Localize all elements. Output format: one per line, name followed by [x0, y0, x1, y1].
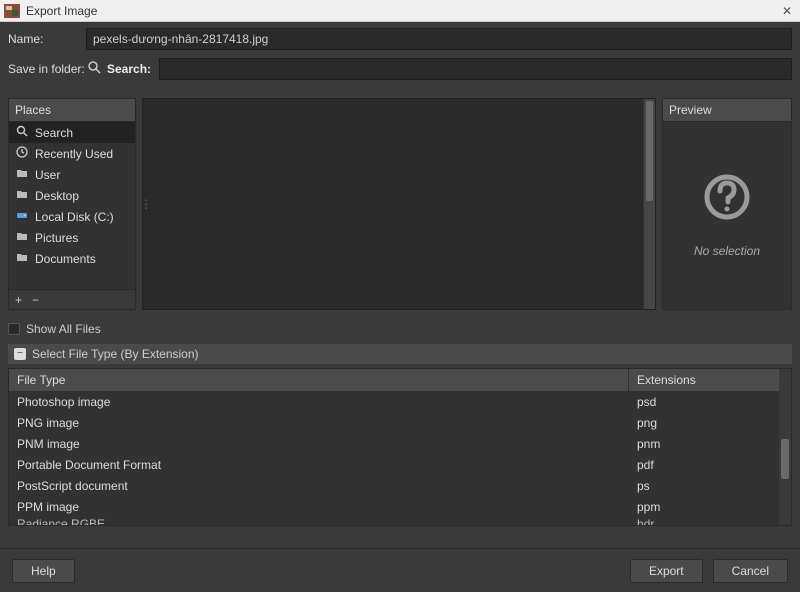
dialog-footer: Help Export Cancel: [0, 548, 800, 592]
show-all-files-checkbox[interactable]: [8, 323, 20, 335]
filetype-ext: psd: [629, 395, 779, 409]
file-list-pane: ⋮: [142, 98, 656, 310]
remove-place-icon[interactable]: −: [32, 293, 39, 307]
filetype-name: PNG image: [9, 416, 629, 430]
table-row[interactable]: PostScript documentps: [9, 475, 779, 496]
titlebar: Export Image ✕: [0, 0, 800, 22]
places-panel: Places Search Recently Used User Desktop Loc…: [8, 98, 136, 310]
table-row[interactable]: PPM imageppm: [9, 496, 779, 517]
sidebar-item-search[interactable]: Search: [9, 122, 135, 143]
sidebar-item-label: User: [35, 168, 60, 182]
filetype-ext: png: [629, 416, 779, 430]
filetype-name: Radiance RGBE: [9, 517, 629, 525]
filetype-expander[interactable]: − Select File Type (By Extension): [8, 344, 792, 364]
cancel-button[interactable]: Cancel: [713, 559, 788, 583]
col-extensions[interactable]: Extensions: [629, 369, 779, 391]
question-mark-icon: [703, 173, 751, 224]
filetype-ext: pnm: [629, 437, 779, 451]
filetype-name: Photoshop image: [9, 395, 629, 409]
window-title: Export Image: [26, 4, 778, 18]
sidebar-item-label: Desktop: [35, 189, 79, 203]
clock-icon: [15, 146, 29, 161]
file-scrollbar[interactable]: [643, 99, 655, 309]
sidebar-item-label: Search: [35, 126, 73, 140]
help-button[interactable]: Help: [12, 559, 75, 583]
table-row[interactable]: PNM imagepnm: [9, 433, 779, 454]
sidebar-item-desktop[interactable]: Desktop: [9, 185, 135, 206]
folder-icon: [15, 230, 29, 245]
sidebar-item-local-disk-c-[interactable]: Local Disk (C:): [9, 206, 135, 227]
table-row[interactable]: PNG imagepng: [9, 412, 779, 433]
filetype-name: PostScript document: [9, 479, 629, 493]
sidebar-item-recently-used[interactable]: Recently Used: [9, 143, 135, 164]
search-icon[interactable]: [88, 61, 101, 77]
filetype-table: File Type Extensions Photoshop imagepsdP…: [8, 368, 792, 526]
show-all-files-label: Show All Files: [26, 322, 101, 336]
name-row: Name:: [8, 28, 792, 50]
drive-icon: [15, 209, 29, 224]
save-in-folder-label: Save in folder:: [8, 62, 86, 76]
search-icon: [15, 125, 29, 140]
add-place-icon[interactable]: +: [15, 293, 22, 307]
app-icon: [4, 4, 20, 18]
filetype-name: Portable Document Format: [9, 458, 629, 472]
places-header: Places: [9, 99, 135, 122]
sidebar-item-label: Local Disk (C:): [35, 210, 114, 224]
filetype-table-header: File Type Extensions: [9, 369, 779, 391]
preview-panel: Preview No selection: [662, 98, 792, 310]
path-input[interactable]: [159, 58, 792, 80]
sidebar-item-user[interactable]: User: [9, 164, 135, 185]
places-list: Search Recently Used User Desktop Local Disk…: [9, 122, 135, 289]
preview-header: Preview: [663, 99, 791, 122]
sidebar-item-label: Pictures: [35, 231, 78, 245]
sidebar-item-pictures[interactable]: Pictures: [9, 227, 135, 248]
filetype-ext: ps: [629, 479, 779, 493]
sidebar-item-label: Documents: [35, 252, 96, 266]
filetype-ext: pdf: [629, 458, 779, 472]
sidebar-item-label: Recently Used: [35, 147, 113, 161]
show-all-files-row[interactable]: Show All Files: [8, 320, 792, 338]
save-in-folder-row: Save in folder: Search:: [8, 58, 792, 80]
filetype-scrollbar[interactable]: [779, 369, 791, 525]
export-button[interactable]: Export: [630, 559, 703, 583]
filetype-table-body: Photoshop imagepsdPNG imagepngPNM imagep…: [9, 391, 779, 525]
filetype-expander-label: Select File Type (By Extension): [32, 347, 199, 361]
preview-empty-text: No selection: [694, 244, 760, 258]
export-image-dialog: Export Image ✕ Name: Save in folder: Sea…: [0, 0, 800, 592]
table-row[interactable]: Radiance RGBEhdr: [9, 517, 779, 525]
collapse-icon[interactable]: −: [14, 348, 26, 360]
filename-input[interactable]: [86, 28, 792, 50]
col-filetype[interactable]: File Type: [9, 369, 629, 391]
folder-icon: [15, 251, 29, 266]
table-row[interactable]: Photoshop imagepsd: [9, 391, 779, 412]
filetype-ext: ppm: [629, 500, 779, 514]
file-list[interactable]: [149, 99, 643, 309]
folder-icon: [15, 188, 29, 203]
places-footer: + −: [9, 289, 135, 309]
table-row[interactable]: Portable Document Formatpdf: [9, 454, 779, 475]
filetype-name: PPM image: [9, 500, 629, 514]
filetype-name: PNM image: [9, 437, 629, 451]
folder-icon: [15, 167, 29, 182]
close-icon[interactable]: ✕: [778, 4, 796, 18]
sidebar-item-documents[interactable]: Documents: [9, 248, 135, 269]
name-label: Name:: [8, 32, 86, 46]
filetype-ext: hdr: [629, 517, 779, 525]
search-crumb-label[interactable]: Search:: [107, 62, 151, 76]
